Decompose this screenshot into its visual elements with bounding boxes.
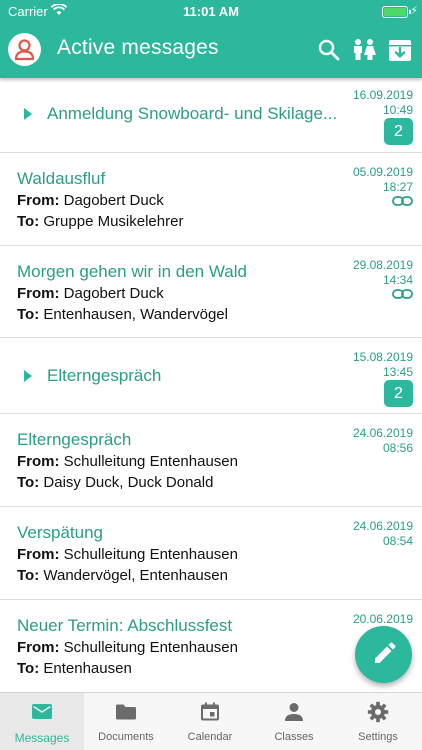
message-row[interactable]: Waldausfluf From: Dagobert Duck To: Grup…	[0, 153, 422, 246]
message-to: To: Entenhausen, Wandervögel	[17, 306, 228, 323]
message-list: Anmeldung Snowboard- und Skilage... 16.0…	[0, 78, 422, 692]
message-to: To: Gruppe Musikelehrer	[17, 213, 183, 230]
from-label: From:	[17, 453, 60, 470]
message-date: 20.06.2019	[352, 612, 413, 626]
calendar-icon	[201, 702, 219, 721]
message-time: 18:27	[382, 180, 413, 194]
to-value: Entenhausen, Wandervögel	[43, 306, 228, 323]
to-value: Wandervögel, Entenhausen	[43, 567, 228, 584]
from-value: Dagobert Duck	[63, 285, 164, 302]
message-row[interactable]: Morgen gehen wir in den Wald From: Dagob…	[0, 246, 422, 338]
to-value: Gruppe Musikelehrer	[43, 213, 184, 230]
tab-label: Documents	[98, 731, 154, 743]
to-label: To:	[17, 213, 40, 230]
message-time: 14:34	[382, 273, 413, 287]
message-to: To: Daisy Duck, Duck Donald	[17, 474, 213, 491]
message-from: From: Schulleitung Entenhausen	[17, 639, 238, 656]
message-title: Elterngespräch	[17, 430, 132, 449]
message-title: Morgen gehen wir in den Wald	[17, 262, 247, 281]
charging-icon: ⚡	[410, 5, 418, 17]
tab-classes[interactable]: Classes	[252, 693, 336, 750]
tab-settings[interactable]: Settings	[336, 693, 422, 750]
tab-documents[interactable]: Documents	[84, 693, 168, 750]
tab-label: Messages	[14, 731, 70, 745]
compose-button[interactable]	[355, 626, 412, 683]
link-icon	[392, 289, 413, 299]
tab-calendar[interactable]: Calendar	[168, 693, 252, 750]
from-label: From:	[17, 546, 60, 563]
message-date: 15.08.2019	[352, 350, 413, 364]
message-title: Waldausfluf	[17, 169, 106, 188]
message-date: 24.06.2019	[352, 426, 413, 440]
message-title: Neuer Termin: Abschlussfest	[17, 616, 233, 635]
message-from: From: Schulleitung Entenhausen	[17, 546, 238, 563]
expand-chevron-icon[interactable]	[24, 108, 32, 120]
page-title: Active messages	[57, 36, 219, 59]
tab-messages[interactable]: Messages	[0, 693, 84, 750]
message-time: 08:56	[382, 441, 413, 455]
search-icon[interactable]	[316, 37, 342, 63]
message-to: To: Entenhausen	[17, 660, 132, 677]
thread-count-badge: 2	[384, 118, 413, 145]
from-value: Dagobert Duck	[63, 192, 164, 209]
message-time: 13:45	[382, 365, 413, 379]
message-from: From: Schulleitung Entenhausen	[17, 453, 238, 470]
to-label: To:	[17, 660, 40, 677]
gear-icon	[367, 701, 389, 723]
app-header: Carrier 11:01 AM ⚡ Active messages	[0, 0, 422, 78]
children-icon[interactable]	[351, 37, 377, 63]
status-bar: Carrier 11:01 AM ⚡	[0, 0, 422, 22]
message-title: Verspätung	[17, 523, 104, 542]
profile-avatar-button[interactable]	[8, 33, 41, 66]
tab-label: Settings	[358, 731, 398, 743]
from-label: From:	[17, 639, 60, 656]
tab-label: Classes	[274, 731, 314, 743]
from-value: Schulleitung Entenhausen	[63, 546, 238, 563]
person-circle-icon	[14, 39, 35, 61]
to-label: To:	[17, 306, 40, 323]
message-time: 10:49	[382, 103, 413, 117]
battery-icon	[382, 6, 411, 18]
message-date: 05.09.2019	[352, 165, 413, 179]
message-thread-row[interactable]: Elterngespräch 15.08.2019 13:45 2	[0, 338, 422, 414]
envelope-icon	[32, 704, 52, 719]
message-date: 29.08.2019	[352, 258, 413, 272]
thread-count-badge: 2	[384, 380, 413, 407]
expand-chevron-icon[interactable]	[24, 370, 32, 382]
message-from: From: Dagobert Duck	[17, 192, 164, 209]
to-value: Entenhausen	[43, 660, 132, 677]
message-thread-row[interactable]: Anmeldung Snowboard- und Skilage... 16.0…	[0, 78, 422, 153]
link-icon	[392, 196, 413, 206]
message-to: To: Wandervögel, Entenhausen	[17, 567, 228, 584]
clock: 11:01 AM	[183, 4, 239, 19]
from-label: From:	[17, 192, 60, 209]
message-row[interactable]: Elterngespräch From: Schulleitung Entenh…	[0, 414, 422, 507]
message-date: 24.06.2019	[352, 519, 413, 533]
to-label: To:	[17, 567, 40, 584]
folder-icon	[116, 704, 136, 720]
from-label: From:	[17, 285, 60, 302]
thread-title: Anmeldung Snowboard- und Skilage...	[47, 104, 338, 123]
person-icon	[285, 703, 303, 721]
archive-icon[interactable]	[387, 37, 413, 63]
to-label: To:	[17, 474, 40, 491]
tab-label: Calendar	[187, 731, 233, 743]
thread-title: Elterngespräch	[47, 366, 162, 385]
message-time: 08:54	[382, 534, 413, 548]
pencil-icon	[375, 642, 396, 663]
message-row[interactable]: Verspätung From: Schulleitung Entenhause…	[0, 507, 422, 600]
from-value: Schulleitung Entenhausen	[63, 639, 238, 656]
message-date: 16.09.2019	[352, 88, 413, 102]
message-from: From: Dagobert Duck	[17, 285, 164, 302]
to-value: Daisy Duck, Duck Donald	[43, 474, 214, 491]
from-value: Schulleitung Entenhausen	[63, 453, 238, 470]
tab-bar: Messages Documents Calendar Classes Sett…	[0, 692, 422, 750]
